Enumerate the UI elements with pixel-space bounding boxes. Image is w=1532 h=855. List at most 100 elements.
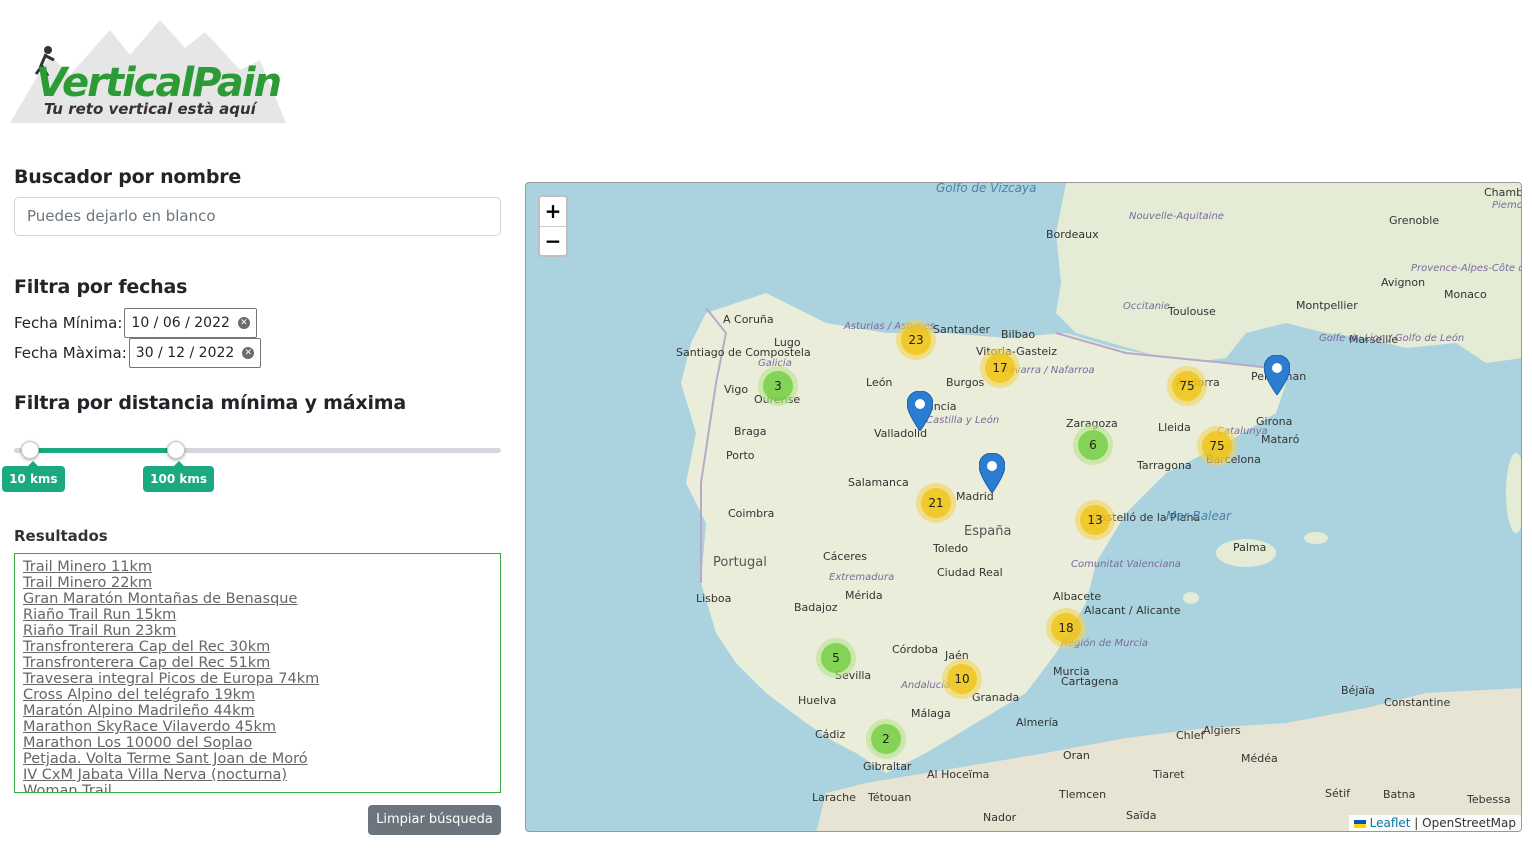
map-region-label: Provence-Alpes-Côte d'Azur <box>1411 263 1521 274</box>
map-place-label: Sétif <box>1325 787 1350 800</box>
result-link[interactable]: Gran Maratón Montañas de Benasque <box>23 591 492 607</box>
map-place-label: Chambéry <box>1484 186 1521 199</box>
map-place-label: Tiaret <box>1153 768 1185 781</box>
marker-cluster[interactable]: 17 <box>980 348 1020 388</box>
result-link[interactable]: Transfronterera Cap del Rec 51km <box>23 655 492 671</box>
map[interactable]: Golfo de Vizcaya Bordeaux Toulouse Montpell… <box>525 182 1522 832</box>
marker-cluster[interactable]: 21 <box>916 483 956 523</box>
result-link[interactable]: Marathon SkyRace Vilaverdo 45km <box>23 719 492 735</box>
distance-slider[interactable] <box>14 448 501 453</box>
marker-cluster[interactable]: 10 <box>942 659 982 699</box>
marker-cluster[interactable]: 75 <box>1197 426 1237 466</box>
zoom-out-button[interactable]: − <box>540 226 566 255</box>
map-place-label: Ciudad Real <box>937 566 1003 579</box>
result-link[interactable]: IV CxM Jabata Villa Nerva (nocturna) <box>23 767 492 783</box>
map-place-label: Lleida <box>1158 421 1191 434</box>
clear-search-button[interactable]: Limpiar búsqueda <box>368 805 501 835</box>
marker-cluster[interactable]: 18 <box>1046 608 1086 648</box>
result-link[interactable]: Transfronterera Cap del Rec 30km <box>23 639 492 655</box>
marker-cluster[interactable]: 6 <box>1073 425 1113 465</box>
cluster-count: 23 <box>901 325 931 355</box>
result-link[interactable]: Riaño Trail Run 23km <box>23 623 492 639</box>
result-link[interactable]: Trail Minero 11km <box>23 559 492 575</box>
ukraine-flag-icon <box>1353 819 1366 828</box>
map-place-label: Al Hoceïma <box>927 768 990 781</box>
map-place-label: Bordeaux <box>1046 228 1099 241</box>
map-place-label: Braga <box>734 425 767 438</box>
result-link[interactable]: Riaño Trail Run 15km <box>23 607 492 623</box>
map-place-label: Coimbra <box>728 507 775 520</box>
result-link[interactable]: Woman Trail <box>23 783 492 792</box>
map-place-label: Salamanca <box>848 476 909 489</box>
result-link[interactable]: Marathon Los 10000 del Soplao <box>23 735 492 751</box>
map-region-label: Golfe du Lion / Golfo de León <box>1319 333 1465 344</box>
zoom-in-button[interactable]: + <box>540 197 566 226</box>
result-link[interactable]: Maratón Alpino Madrileño 44km <box>23 703 492 719</box>
map-place-label: Portugal <box>713 555 767 570</box>
cluster-count: 6 <box>1078 430 1108 460</box>
map-region-label: Castilla y León <box>926 415 1000 426</box>
map-place-label: Mar Balear <box>1166 509 1232 523</box>
map-place-label: Badajoz <box>794 601 838 614</box>
results-title: Resultados <box>14 527 108 545</box>
marker-cluster[interactable]: 75 <box>1167 366 1207 406</box>
search-input[interactable]: Puedes dejarlo en blanco <box>14 197 501 236</box>
map-place-label: Gibraltar <box>863 760 912 773</box>
map-place-label: Batna <box>1383 788 1416 801</box>
map-place-label: Vigo <box>724 383 749 396</box>
map-place-label: Saïda <box>1126 809 1157 822</box>
map-pin-icon[interactable] <box>979 453 1005 493</box>
date-min-field[interactable]: 10 / 06 / 2022 ✕ <box>124 308 257 338</box>
result-link[interactable]: Travesera integral Picos de Europa 74km <box>23 671 492 687</box>
map-place-label: Médéa <box>1241 752 1278 765</box>
date-max-label: Fecha Màxima: <box>14 344 127 362</box>
map-place-label: España <box>964 524 1012 539</box>
logo[interactable]: VerticalPain Tu reto vertical està aquí <box>10 20 286 124</box>
map-place-label: Algiers <box>1203 724 1241 737</box>
date-min-value: 10 / 06 / 2022 <box>131 315 230 331</box>
date-filter-title: Filtra por fechas <box>14 276 188 298</box>
zoom-control: + − <box>538 195 568 257</box>
map-base <box>681 183 1521 831</box>
osm-attribution[interactable]: | OpenStreetMap <box>1414 816 1516 830</box>
map-attribution: Leaflet | OpenStreetMap <box>1348 815 1521 831</box>
map-place-label: Granada <box>972 691 1020 704</box>
result-link[interactable]: Petjada. Volta Terme Sant Joan de Moró <box>23 751 492 767</box>
date-min-row: Fecha Mínima: 10 / 06 / 2022 ✕ <box>14 308 257 338</box>
distance-filter-title: Filtra por distancia mínima y máxima <box>14 392 406 414</box>
cluster-count: 17 <box>985 353 1015 383</box>
map-pin-icon[interactable] <box>1264 355 1290 395</box>
marker-cluster[interactable]: 2 <box>866 719 906 759</box>
marker-cluster[interactable]: 3 <box>758 366 798 406</box>
map-pin-icon[interactable] <box>907 391 933 431</box>
map-place-label: Toulouse <box>1168 305 1216 318</box>
clear-icon[interactable]: ✕ <box>242 347 255 359</box>
marker-cluster[interactable]: 13 <box>1075 500 1115 540</box>
cluster-count: 21 <box>921 488 951 518</box>
date-max-field[interactable]: 30 / 12 / 2022 ✕ <box>128 338 262 368</box>
map-place-label: Burgos <box>946 376 985 389</box>
cluster-count: 2 <box>871 724 901 754</box>
map-place-label: Larache <box>812 791 856 804</box>
map-region-label: Nouvelle-Aquitaine <box>1129 211 1224 222</box>
map-place-label: A Coruña <box>723 313 774 326</box>
map-region-label: Comunitat Valenciana <box>1071 559 1181 570</box>
map-place-label: Córdoba <box>892 643 939 656</box>
cluster-count: 3 <box>763 371 793 401</box>
result-link[interactable]: Cross Alpino del telégrafo 19km <box>23 687 492 703</box>
marker-cluster[interactable]: 5 <box>816 638 856 678</box>
cluster-count: 5 <box>821 643 851 673</box>
slider-max-handle[interactable] <box>167 441 186 459</box>
clear-icon[interactable]: ✕ <box>237 317 250 329</box>
map-place-label: Monaco <box>1444 288 1487 301</box>
result-link[interactable]: Trail Minero 22km <box>23 575 492 591</box>
date-max-row: Fecha Màxima: 30 / 12 / 2022 ✕ <box>14 338 262 368</box>
map-region-label: Extremadura <box>829 572 895 583</box>
map-place-label: Nador <box>983 811 1017 824</box>
map-region-label: Occitanie <box>1123 301 1170 312</box>
cluster-count: 13 <box>1080 505 1110 535</box>
marker-cluster[interactable]: 23 <box>896 320 936 360</box>
results-list[interactable]: Trail Minero 11km Trail Minero 22km Gran M… <box>14 553 501 793</box>
slider-min-handle[interactable] <box>21 441 40 459</box>
leaflet-link[interactable]: Leaflet <box>1370 816 1411 830</box>
